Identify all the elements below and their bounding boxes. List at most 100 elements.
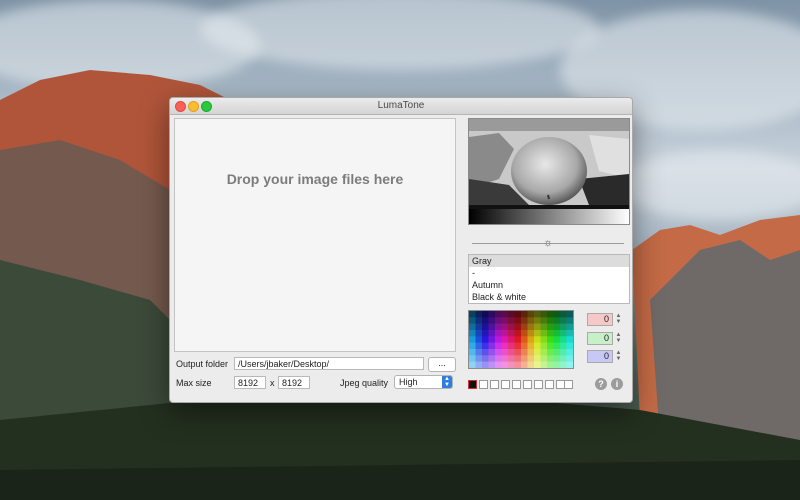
color-cell[interactable] — [547, 342, 554, 350]
color-cell[interactable] — [475, 355, 483, 362]
color-cell[interactable] — [553, 323, 561, 331]
color-cell[interactable] — [495, 323, 502, 331]
color-cell[interactable] — [482, 355, 489, 362]
color-cell[interactable] — [534, 330, 541, 337]
swatch-empty[interactable] — [545, 380, 554, 389]
color-cell[interactable] — [514, 330, 522, 337]
color-cell[interactable] — [534, 361, 541, 369]
color-cell[interactable] — [560, 323, 567, 331]
color-cell[interactable] — [495, 311, 502, 318]
color-cell[interactable] — [469, 349, 476, 356]
title-bar[interactable]: LumaTone — [170, 98, 632, 115]
jpeg-quality-select[interactable]: High ▲ ▼ — [394, 375, 453, 389]
color-cell[interactable] — [508, 330, 515, 337]
color-cell[interactable] — [469, 342, 476, 350]
color-picker-grid[interactable] — [468, 310, 574, 369]
color-cell[interactable] — [566, 323, 574, 331]
color-cell[interactable] — [553, 355, 561, 362]
color-cell[interactable] — [482, 323, 489, 331]
palette-item-gray[interactable]: Gray — [469, 255, 629, 267]
color-cell[interactable] — [501, 361, 509, 369]
color-cell[interactable] — [534, 355, 541, 362]
color-cell[interactable] — [534, 323, 541, 331]
color-cell[interactable] — [469, 336, 476, 343]
color-cell[interactable] — [488, 361, 496, 369]
color-cell[interactable] — [566, 330, 574, 337]
color-cell[interactable] — [560, 311, 567, 318]
color-cell[interactable] — [540, 323, 548, 331]
color-cell[interactable] — [521, 342, 528, 350]
color-cell[interactable] — [553, 342, 561, 350]
color-cell[interactable] — [508, 349, 515, 356]
color-cell[interactable] — [495, 361, 502, 369]
color-cell[interactable] — [521, 355, 528, 362]
color-cell[interactable] — [514, 323, 522, 331]
color-cell[interactable] — [527, 317, 535, 324]
color-cell[interactable] — [540, 355, 548, 362]
color-cell[interactable] — [566, 349, 574, 356]
color-cell[interactable] — [560, 317, 567, 324]
color-cell[interactable] — [495, 342, 502, 350]
color-cell[interactable] — [534, 311, 541, 318]
up-down-chevron-icon[interactable]: ▲ ▼ — [615, 313, 622, 326]
output-folder-field[interactable]: /Users/jbaker/Desktop/ — [234, 357, 424, 370]
color-cell[interactable] — [521, 317, 528, 324]
color-cell[interactable] — [488, 342, 496, 350]
color-cell[interactable] — [547, 330, 554, 337]
color-cell[interactable] — [482, 336, 489, 343]
color-cell[interactable] — [534, 342, 541, 350]
palette-list[interactable]: Gray - Autumn Black & white — [468, 254, 630, 304]
color-cell[interactable] — [553, 330, 561, 337]
color-cell[interactable] — [521, 349, 528, 356]
color-cell[interactable] — [527, 330, 535, 337]
color-cell[interactable] — [514, 311, 522, 318]
color-cell[interactable] — [469, 330, 476, 337]
color-cell[interactable] — [508, 323, 515, 331]
blue-value-field[interactable]: 0 — [587, 350, 613, 363]
color-cell[interactable] — [527, 361, 535, 369]
color-cell[interactable] — [475, 336, 483, 343]
color-cell[interactable] — [566, 336, 574, 343]
color-cell[interactable] — [527, 323, 535, 331]
color-cell[interactable] — [540, 330, 548, 337]
color-cell[interactable] — [488, 323, 496, 331]
color-cell[interactable] — [534, 349, 541, 356]
swatch-empty[interactable] — [501, 380, 510, 389]
swatch[interactable] — [468, 380, 477, 389]
color-cell[interactable] — [566, 355, 574, 362]
color-cell[interactable] — [501, 330, 509, 337]
color-cell[interactable] — [540, 336, 548, 343]
color-cell[interactable] — [495, 349, 502, 356]
color-cell[interactable] — [469, 361, 476, 369]
palette-item-separator[interactable]: - — [469, 267, 629, 279]
color-cell[interactable] — [475, 317, 483, 324]
color-cell[interactable] — [508, 311, 515, 318]
color-cell[interactable] — [521, 336, 528, 343]
color-cell[interactable] — [482, 361, 489, 369]
color-cell[interactable] — [547, 355, 554, 362]
image-drop-zone[interactable]: Drop your image files here — [174, 118, 456, 352]
color-cell[interactable] — [527, 342, 535, 350]
color-cell[interactable] — [540, 311, 548, 318]
color-cell[interactable] — [553, 311, 561, 318]
color-cell[interactable] — [540, 317, 548, 324]
up-down-chevron-icon[interactable]: ▲ ▼ — [615, 332, 622, 345]
color-cell[interactable] — [514, 355, 522, 362]
color-cell[interactable] — [527, 355, 535, 362]
color-cell[interactable] — [566, 342, 574, 350]
color-cell[interactable] — [527, 311, 535, 318]
color-cell[interactable] — [469, 355, 476, 362]
color-cell[interactable] — [501, 342, 509, 350]
color-cell[interactable] — [540, 342, 548, 350]
color-cell[interactable] — [482, 349, 489, 356]
color-cell[interactable] — [521, 361, 528, 369]
color-cell[interactable] — [488, 317, 496, 324]
question-icon[interactable]: ? — [595, 378, 607, 390]
color-cell[interactable] — [527, 349, 535, 356]
color-cell[interactable] — [521, 311, 528, 318]
color-cell[interactable] — [508, 355, 515, 362]
color-cell[interactable] — [501, 336, 509, 343]
color-cell[interactable] — [534, 317, 541, 324]
color-cell[interactable] — [501, 349, 509, 356]
color-cell[interactable] — [553, 361, 561, 369]
